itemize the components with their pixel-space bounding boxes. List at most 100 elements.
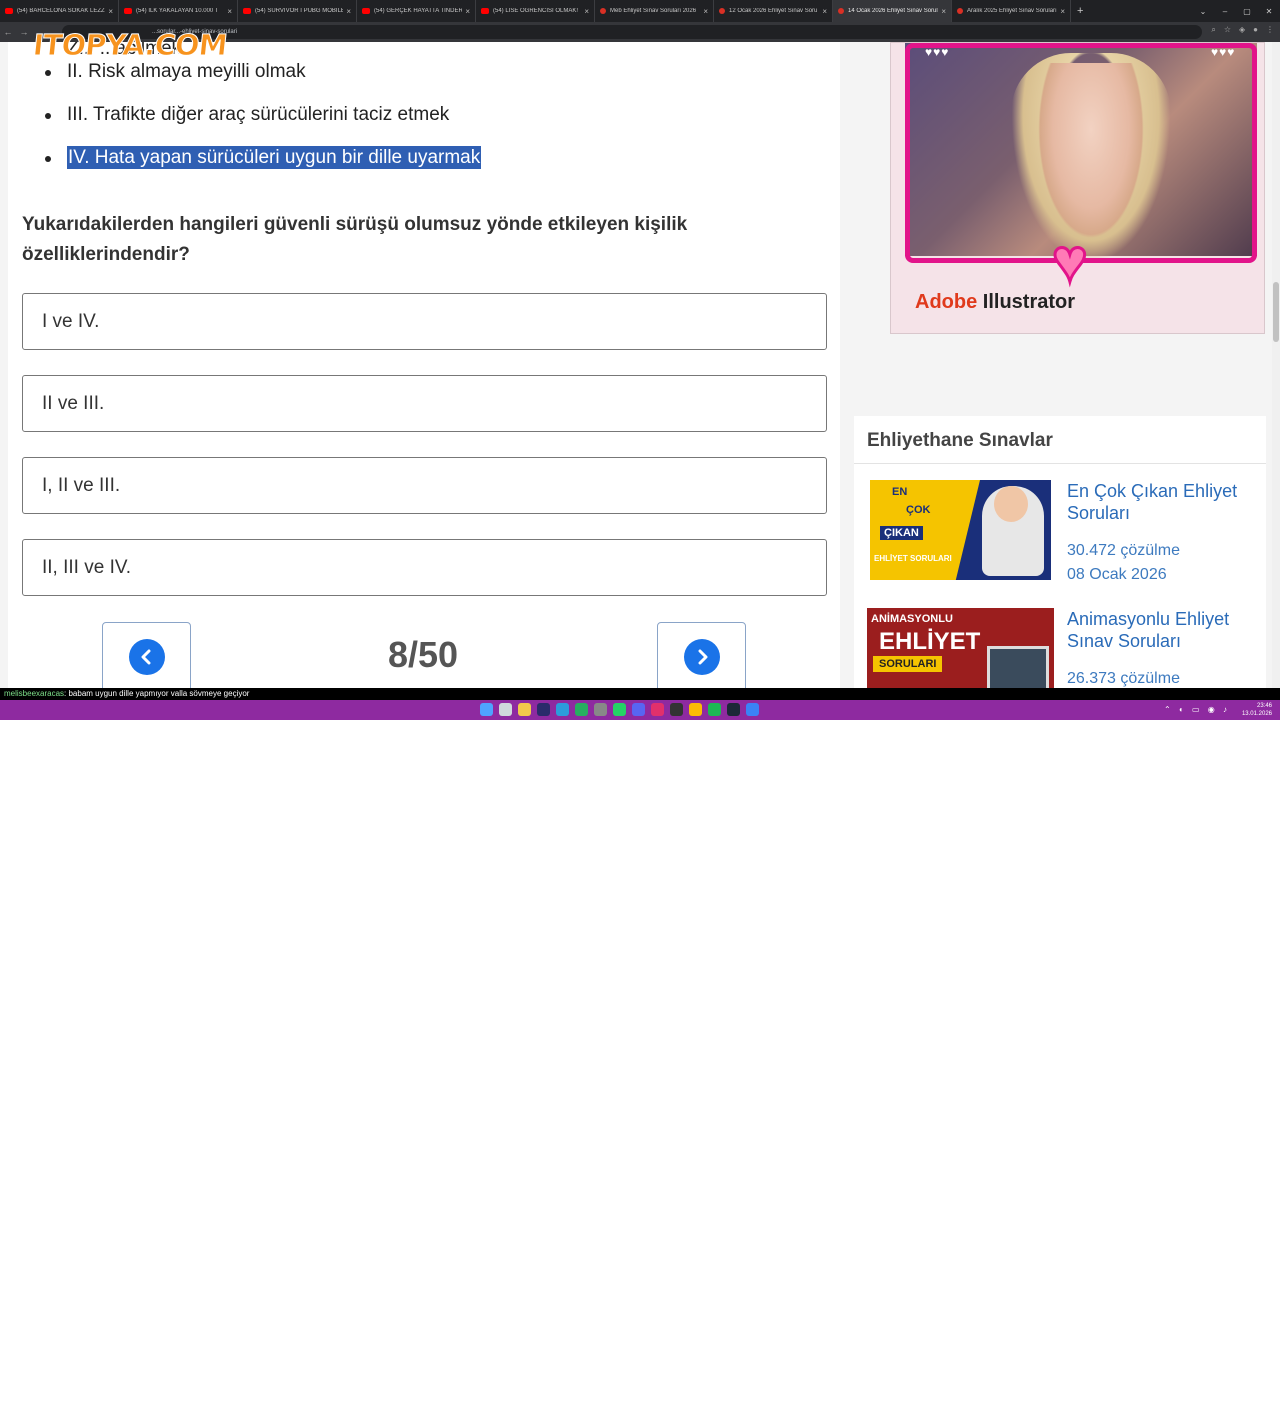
ad-brand-prefix: Adobe — [915, 291, 978, 313]
page-scrollbar[interactable] — [1272, 42, 1280, 688]
system-tray-icons[interactable]: ⌃ ◐ ▭ ◉ ♪ — [1164, 705, 1230, 714]
browser-tab[interactable]: (54) GERÇEK HAYATTA TİNDER × — [357, 0, 476, 22]
stream-overlay-logo: ITOPYA.COM — [31, 28, 229, 63]
close-tab-icon[interactable]: × — [822, 7, 827, 16]
browser-tab[interactable]: Meb Ehliyet Sınav Soruları 2026 × — [595, 0, 714, 22]
close-tab-icon[interactable]: × — [584, 7, 589, 16]
site-favicon-icon — [957, 8, 963, 14]
tab-search-icon[interactable]: ⌄ — [1192, 7, 1214, 16]
app-icon[interactable] — [670, 703, 683, 716]
close-tab-icon[interactable]: × — [703, 7, 708, 16]
answer-option-d[interactable]: II, III ve IV. — [22, 539, 827, 596]
system-clock[interactable]: 23:46 13.01.2026 — [1242, 702, 1272, 718]
spotify-icon[interactable] — [708, 703, 721, 716]
chat-text: : uyarmak olumsuz etkilemez ki — [28, 1405, 140, 1414]
chat-text: : babam uygun dille yapmıyor valla sövme… — [64, 689, 250, 698]
section-title: Ehliyethane Sınavlar — [867, 430, 1053, 451]
zoom-icon[interactable]: ⌕ — [1211, 25, 1215, 35]
page-viewport: Z... ...abilmek II. Risk almaya meyilli … — [0, 42, 1280, 688]
close-window-icon[interactable]: ✕ — [1258, 7, 1280, 16]
discord-icon[interactable] — [632, 703, 645, 716]
site-favicon-icon — [719, 8, 725, 14]
browser-tab[interactable]: (54) SURVIVOR I PUBG MOBILE × — [238, 0, 357, 22]
url-field[interactable]: ...sorular...-ehliyet-sinav-sorulari — [62, 25, 1202, 39]
hearts-decoration: ♥♥♥ — [1211, 45, 1236, 59]
post-thumbnail[interactable]: ANİMASYONLU EHLİYET SORULARI — [867, 608, 1054, 688]
thumbnail-text: EHLİYET SORULARI — [874, 554, 952, 563]
browser-tab-active[interactable]: 14 Ocak 2026 Ehliyet Sınav Sorul × — [833, 0, 952, 22]
chevron-left-icon — [128, 639, 165, 675]
divider — [854, 463, 1266, 464]
obs-icon[interactable] — [594, 703, 607, 716]
related-post[interactable]: EN ÇOK ÇIKAN EHLİYET SORULARI En Çok Çık… — [867, 480, 1257, 590]
app-icon[interactable] — [746, 703, 759, 716]
clock-date: 13.01.2026 — [1241, 711, 1272, 717]
close-tab-icon[interactable]: × — [227, 7, 232, 16]
answer-option-c[interactable]: I, II ve III. — [22, 457, 827, 514]
post-date: 08 Ocak 2026 — [1067, 566, 1167, 583]
thumbnail-person-head — [994, 486, 1028, 522]
thumbnail-text: SORULARI — [873, 656, 943, 672]
minecraft-icon[interactable] — [575, 703, 588, 716]
profile-icon[interactable]: ● — [1253, 25, 1258, 35]
maximize-icon[interactable]: ▢ — [1236, 7, 1258, 16]
scrollbar-thumb[interactable] — [1273, 282, 1279, 342]
youtube-icon — [5, 8, 13, 14]
thumbnail-text: EN — [892, 486, 908, 498]
close-tab-icon[interactable]: × — [346, 7, 351, 16]
post-title[interactable]: Animasyonlu Ehliyet Sınav Soruları — [1067, 608, 1257, 652]
youtube-icon — [243, 8, 251, 14]
edge-icon[interactable] — [556, 703, 569, 716]
file-explorer-icon[interactable] — [518, 703, 531, 716]
bookmark-star-icon[interactable]: ☆ — [1224, 25, 1231, 35]
statement-item: III. Trafikte diğer araç sürücülerini ta… — [44, 100, 481, 143]
browser-tab[interactable]: (54) BARCELONA SOKAK LEZZ × — [0, 0, 119, 22]
thumbnail-text: ANİMASYONLU — [871, 613, 953, 625]
chrome-icon[interactable] — [689, 703, 702, 716]
selected-text: IV. Hata yapan sürücüleri uygun bir dill… — [67, 146, 482, 169]
chat-username: melisbeexaracas — [4, 689, 65, 698]
close-tab-icon[interactable]: × — [941, 7, 946, 16]
instagram-icon[interactable] — [651, 703, 664, 716]
answer-option-b[interactable]: II ve III. — [22, 375, 827, 432]
statement-item: II. Risk almaya meyilli olmak — [44, 57, 481, 100]
toolbar-icons: ⌕ ☆ ◈ ● ⋮ — [1211, 25, 1274, 35]
post-title[interactable]: En Çok Çıkan Ehliyet Soruları — [1067, 480, 1257, 524]
close-tab-icon[interactable]: × — [1060, 7, 1065, 16]
sidebar: ♥♥♥ ♥♥♥ ♥ Adobe Illustrator Ehliyethane … — [854, 42, 1266, 688]
forward-icon[interactable]: → — [16, 27, 32, 37]
whatsapp-icon[interactable] — [613, 703, 626, 716]
browser-tab[interactable]: 12 Ocak 2026 Ehliyet Sınav Soru × — [714, 0, 833, 22]
new-tab-button[interactable]: + — [1077, 5, 1083, 17]
heart-icon: ♥ — [1051, 227, 1090, 294]
chevron-right-icon — [683, 639, 720, 675]
browser-tab[interactable]: (54) İLK YAKALAYAN 10.000 T × — [119, 0, 238, 22]
close-tab-icon[interactable]: × — [465, 7, 470, 16]
thumbnail-screen — [987, 646, 1049, 688]
related-post[interactable]: ANİMASYONLU EHLİYET SORULARI Animasyonlu… — [867, 608, 1257, 688]
clock-time: 23:46 — [1256, 703, 1272, 709]
advertisement-banner[interactable]: ♥♥♥ ♥♥♥ ♥ Adobe Illustrator — [890, 42, 1265, 334]
menu-icon[interactable]: ⋮ — [1266, 25, 1274, 35]
ad-brand: Adobe Illustrator — [915, 291, 1075, 314]
thumbnail-text: EHLİYET — [879, 628, 981, 655]
statement-list: Z... ...abilmek II. Risk almaya meyilli … — [44, 42, 482, 186]
post-solve-count: 30.472 çözülme — [1067, 542, 1180, 559]
next-question-button[interactable] — [657, 622, 746, 688]
back-icon[interactable]: ← — [0, 27, 16, 37]
chat-message: rugall0: uyarmak olumsuz etkilemez ki — [4, 1405, 139, 1414]
answer-option-a[interactable]: I ve IV. — [22, 293, 827, 350]
youtube-icon — [481, 8, 489, 14]
post-thumbnail[interactable]: EN ÇOK ÇIKAN EHLİYET SORULARI — [870, 480, 1051, 580]
ad-brand-name: Illustrator — [982, 291, 1076, 313]
minimize-icon[interactable]: – — [1214, 7, 1236, 16]
premiere-icon[interactable] — [537, 703, 550, 716]
start-icon[interactable] — [480, 703, 493, 716]
close-tab-icon[interactable]: × — [108, 7, 113, 16]
previous-question-button[interactable] — [102, 622, 191, 688]
extensions-icon[interactable]: ◈ — [1239, 25, 1245, 35]
steam-icon[interactable] — [727, 703, 740, 716]
browser-tab[interactable]: Aralık 2025 Ehliyet Sınav Soruları × — [952, 0, 1071, 22]
search-icon[interactable] — [499, 703, 512, 716]
browser-tab[interactable]: (54) LİSE ÖĞRENCİSİ OLMAK! × — [476, 0, 595, 22]
